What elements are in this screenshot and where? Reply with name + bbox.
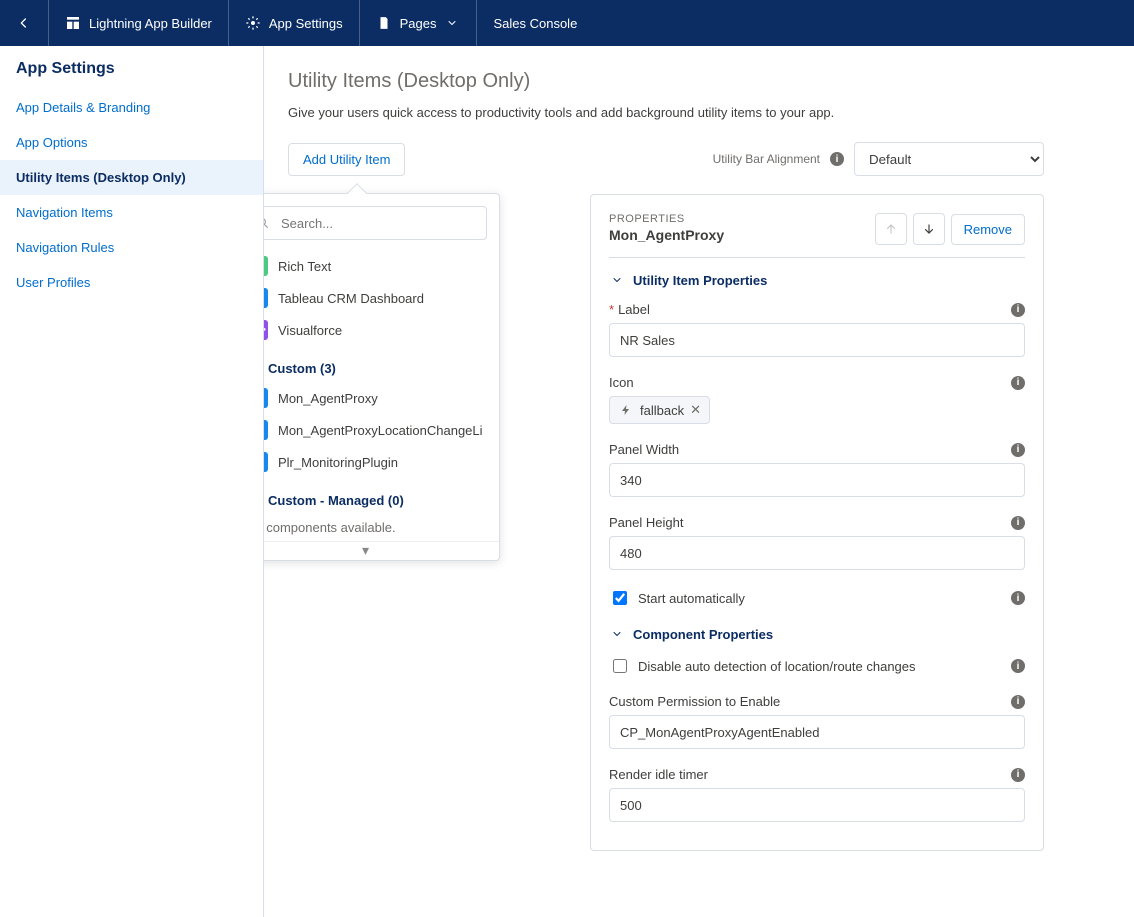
label-field-label: *Label (609, 302, 650, 317)
custom-managed-section-header[interactable]: Custom - Managed (0) (264, 478, 487, 514)
lightning-app-builder-button[interactable]: Lightning App Builder (49, 0, 229, 46)
custom-permission-label: Custom Permission to Enable (609, 694, 780, 709)
disable-auto-detection-label: Disable auto detection of location/route… (638, 659, 916, 674)
panel-height-input[interactable] (609, 536, 1025, 570)
comp-label: Plr_MonitoringPlugin (278, 455, 398, 470)
info-icon[interactable]: i (1011, 443, 1025, 457)
top-toolbar: Lightning App Builder App Settings Pages… (0, 0, 1134, 46)
remove-button[interactable]: Remove (951, 214, 1025, 245)
app-settings-button[interactable]: App Settings (229, 0, 360, 46)
info-icon[interactable]: i (1011, 659, 1025, 673)
sidebar-item-app-details[interactable]: App Details & Branding (0, 90, 263, 125)
add-utility-item-popover: ≡ Rich Text Tableau CRM Dashboard </> Vi… (264, 193, 500, 561)
comp-label: Mon_AgentProxyLocationChangeLi (278, 423, 483, 438)
info-icon[interactable]: i (1011, 695, 1025, 709)
comp-item-mon-agentproxy[interactable]: ⚡ Mon_AgentProxy (264, 382, 487, 414)
custom-section-header[interactable]: Custom (3) (264, 346, 487, 382)
info-icon[interactable]: i (1011, 303, 1025, 317)
component-search[interactable] (264, 206, 487, 240)
main-content: Utility Items (Desktop Only) Give your u… (264, 46, 1134, 917)
info-icon[interactable]: i (1011, 376, 1025, 390)
move-up-button (875, 213, 907, 245)
popover-scroll-hint[interactable]: ▾ (264, 541, 499, 560)
sidebar-item-navigation-items[interactable]: Navigation Items (0, 195, 263, 230)
arrow-left-icon (16, 15, 32, 31)
comp-label: Rich Text (278, 259, 331, 274)
search-icon (264, 215, 271, 231)
info-icon[interactable]: i (1011, 591, 1025, 605)
lightning-icon: ⚡ (264, 420, 268, 440)
custom-permission-input[interactable] (609, 715, 1025, 749)
pages-dropdown[interactable]: Pages (360, 0, 478, 46)
comp-item-mon-agentproxy-location[interactable]: ⚡ Mon_AgentProxyLocationChangeLi (264, 414, 487, 446)
back-button[interactable] (0, 0, 49, 46)
chart-icon (264, 288, 268, 308)
info-icon[interactable]: i (1011, 768, 1025, 782)
icon-chip[interactable]: fallback ✕ (609, 396, 710, 424)
app-settings-label: App Settings (269, 16, 343, 31)
comp-item-rich-text[interactable]: ≡ Rich Text (264, 250, 487, 282)
code-icon: </> (264, 320, 268, 340)
properties-component-name: Mon_AgentProxy (609, 227, 724, 243)
gear-icon (245, 15, 261, 31)
comp-item-tableau-crm[interactable]: Tableau CRM Dashboard (264, 282, 487, 314)
sidebar-item-app-options[interactable]: App Options (0, 125, 263, 160)
sidebar-item-user-profiles[interactable]: User Profiles (0, 265, 263, 300)
properties-kicker: PROPERTIES (609, 213, 724, 225)
chevron-down-icon (444, 15, 460, 31)
component-scroll-area[interactable]: ≡ Rich Text Tableau CRM Dashboard </> Vi… (264, 250, 487, 537)
page-icon (376, 15, 392, 31)
rich-text-icon: ≡ (264, 256, 268, 276)
left-sidebar: App Settings App Details & Branding App … (0, 46, 264, 917)
disable-auto-detection-checkbox[interactable] (613, 659, 627, 673)
pages-label: Pages (400, 16, 437, 31)
utility-item-properties-header[interactable]: Utility Item Properties (609, 272, 1025, 288)
sidebar-item-navigation-rules[interactable]: Navigation Rules (0, 230, 263, 265)
page-subtitle: Give your users quick access to producti… (288, 105, 1110, 120)
add-utility-item-button[interactable]: Add Utility Item (288, 143, 405, 176)
component-properties-header[interactable]: Component Properties (609, 626, 1025, 642)
page-title: Utility Items (Desktop Only) (288, 70, 1110, 93)
comp-label: Mon_AgentProxy (278, 391, 378, 406)
render-idle-timer-label: Render idle timer (609, 767, 708, 782)
panel-width-input[interactable] (609, 463, 1025, 497)
panel-height-label: Panel Height (609, 515, 683, 530)
start-automatically-label: Start automatically (638, 591, 745, 606)
properties-panel: PROPERTIES Mon_AgentProxy Remove (590, 194, 1044, 851)
sidebar-item-utility-items[interactable]: Utility Items (Desktop Only) (0, 160, 263, 195)
render-idle-timer-input[interactable] (609, 788, 1025, 822)
info-icon[interactable]: i (1011, 516, 1025, 530)
current-app-name: Sales Console (477, 0, 593, 46)
start-automatically-checkbox[interactable] (613, 591, 627, 605)
info-icon[interactable]: i (830, 152, 844, 166)
sidebar-heading: App Settings (16, 60, 263, 78)
comp-label: Tableau CRM Dashboard (278, 291, 424, 306)
component-search-input[interactable] (279, 215, 476, 232)
fallback-icon (618, 402, 634, 418)
panel-width-label: Panel Width (609, 442, 679, 457)
lightning-icon: ⚡ (264, 452, 268, 472)
utility-bar-alignment-label: Utility Bar Alignment (713, 152, 820, 166)
comp-item-plr-monitoring[interactable]: ⚡ Plr_MonitoringPlugin (264, 446, 487, 478)
icon-field-label: Icon (609, 375, 634, 390)
builder-icon (65, 15, 81, 31)
comp-item-visualforce[interactable]: </> Visualforce (264, 314, 487, 346)
chevron-down-icon (609, 272, 625, 288)
lightning-icon: ⚡ (264, 388, 268, 408)
utility-bar-alignment-select[interactable]: Default (854, 142, 1044, 176)
move-down-button[interactable] (913, 213, 945, 245)
managed-empty-text: No components available. (264, 514, 487, 537)
builder-label: Lightning App Builder (89, 16, 212, 31)
comp-label: Visualforce (278, 323, 342, 338)
label-input[interactable] (609, 323, 1025, 357)
chevron-down-icon (609, 626, 625, 642)
remove-icon-button[interactable]: ✕ (690, 402, 701, 418)
